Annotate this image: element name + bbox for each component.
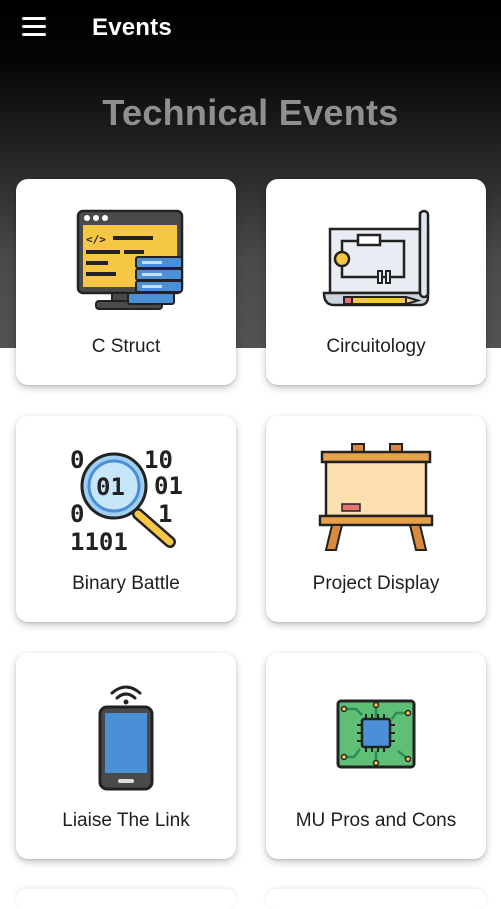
circuit-blueprint-icon	[322, 209, 430, 307]
event-card-partial[interactable]	[266, 889, 486, 909]
svg-text:10: 10	[144, 446, 173, 474]
event-grid: </> C Struct Circuitology 0 10 01 0 1 11…	[0, 0, 501, 909]
event-label: Liaise The Link	[62, 810, 190, 831]
display-board-icon	[318, 443, 434, 551]
binary-magnifier-icon: 0 10 01 0 1 1101 01	[70, 446, 183, 554]
event-label: Binary Battle	[72, 573, 180, 594]
event-card-binary-battle[interactable]: 0 10 01 0 1 1101 01 Binary Battle	[16, 416, 236, 622]
event-card-liaise-the-link[interactable]: Liaise The Link	[16, 653, 236, 859]
code-server-icon: </>	[76, 209, 184, 310]
svg-text:</>: </>	[86, 233, 106, 246]
smartphone-wifi-icon	[98, 685, 154, 791]
event-card-project-display[interactable]: Project Display	[266, 416, 486, 622]
event-label: C Struct	[91, 336, 161, 357]
event-label: MU Pros and Cons	[295, 810, 457, 831]
event-card-mu-pros-and-cons[interactable]: MU Pros and Cons	[266, 653, 486, 859]
svg-text:0: 0	[70, 500, 84, 528]
event-card-c-struct[interactable]: </> C Struct	[16, 179, 236, 385]
event-card-partial[interactable]	[16, 889, 236, 909]
svg-text:1: 1	[158, 500, 172, 528]
svg-text:1101: 1101	[70, 528, 128, 554]
event-card-circuitology[interactable]: Circuitology	[266, 179, 486, 385]
event-label: Project Display	[312, 573, 440, 594]
svg-text:01: 01	[96, 473, 125, 501]
circuit-board-chip-icon	[336, 699, 416, 769]
svg-text:01: 01	[154, 472, 183, 500]
svg-text:0: 0	[70, 446, 84, 474]
event-label: Circuitology	[326, 336, 426, 357]
